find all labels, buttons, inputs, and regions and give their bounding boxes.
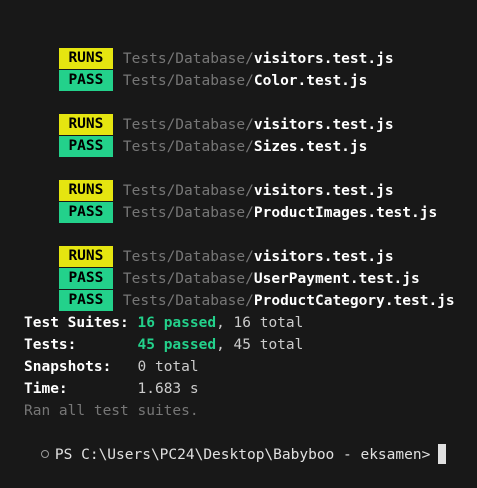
- test-path-dir: Tests/Database/: [122, 293, 254, 309]
- test-result-line: PASS Tests/Database/Sizes.test.js: [24, 114, 367, 157]
- summary-snapshots-label: Snapshots:: [24, 359, 112, 375]
- test-result-line: PASS Tests/Database/ProductImages.test.js: [24, 180, 437, 223]
- test-path-dir: Tests/Database/: [122, 139, 254, 155]
- test-result-line: RUNS Tests/Database/visitors.test.js: [24, 158, 394, 201]
- test-result-line: RUNS Tests/Database/visitors.test.js: [24, 26, 394, 69]
- test-file-name: ProductImages.test.js: [253, 205, 438, 221]
- prompt-text: PS C:\Users\PC24\Desktop\Babyboo - eksam…: [54, 447, 431, 463]
- test-file-name: Sizes.test.js: [253, 139, 368, 155]
- summary-tests-passed: 45 passed: [137, 337, 217, 353]
- summary-time-line: Time: 1.683 s: [24, 378, 199, 400]
- summary-tests-label: Tests:: [24, 337, 77, 353]
- summary-time-value: 1.683 s: [137, 381, 199, 397]
- test-file-name: ProductCategory.test.js: [253, 293, 455, 309]
- ran-all-message: Ran all test suites.: [24, 403, 199, 419]
- circle-icon: [40, 450, 49, 458]
- summary-suites-line: Test Suites: 16 passed, 16 total: [24, 312, 303, 334]
- test-result-line: PASS Tests/Database/ProductCategory.test.…: [24, 268, 455, 311]
- test-result-line: RUNS Tests/Database/visitors.test.js: [24, 92, 394, 135]
- summary-time-label: Time:: [24, 381, 68, 397]
- test-result-line: RUNS Tests/Database/visitors.test.js: [24, 224, 394, 267]
- text-cursor: [438, 444, 447, 464]
- pass-badge: PASS: [58, 202, 113, 223]
- test-result-line: PASS Tests/Database/Color.test.js: [24, 48, 367, 91]
- test-result-line: PASS Tests/Database/UserPayment.test.js: [24, 246, 420, 289]
- test-path-dir: Tests/Database/: [122, 205, 254, 221]
- prompt-line[interactable]: PS C:\Users\PC24\Desktop\Babyboo - eksam…: [6, 422, 447, 464]
- test-file-name: Color.test.js: [253, 73, 368, 89]
- pass-badge: PASS: [58, 290, 113, 311]
- summary-suites-label: Test Suites:: [24, 315, 129, 331]
- summary-snapshots-value: 0 total: [137, 359, 199, 375]
- terminal-panel[interactable]: RUNS Tests/Database/visitors.test.js PASS…: [0, 0, 477, 464]
- summary-suites-total: , 16 total: [216, 315, 304, 331]
- summary-tests-total: , 45 total: [216, 337, 304, 353]
- summary-snapshots-line: Snapshots: 0 total: [24, 356, 199, 378]
- pass-badge: PASS: [58, 136, 113, 157]
- summary-tests-line: Tests: 45 passed, 45 total: [24, 334, 303, 356]
- summary-suites-passed: 16 passed: [137, 315, 217, 331]
- test-path-dir: Tests/Database/: [122, 73, 254, 89]
- pass-badge: PASS: [58, 70, 113, 91]
